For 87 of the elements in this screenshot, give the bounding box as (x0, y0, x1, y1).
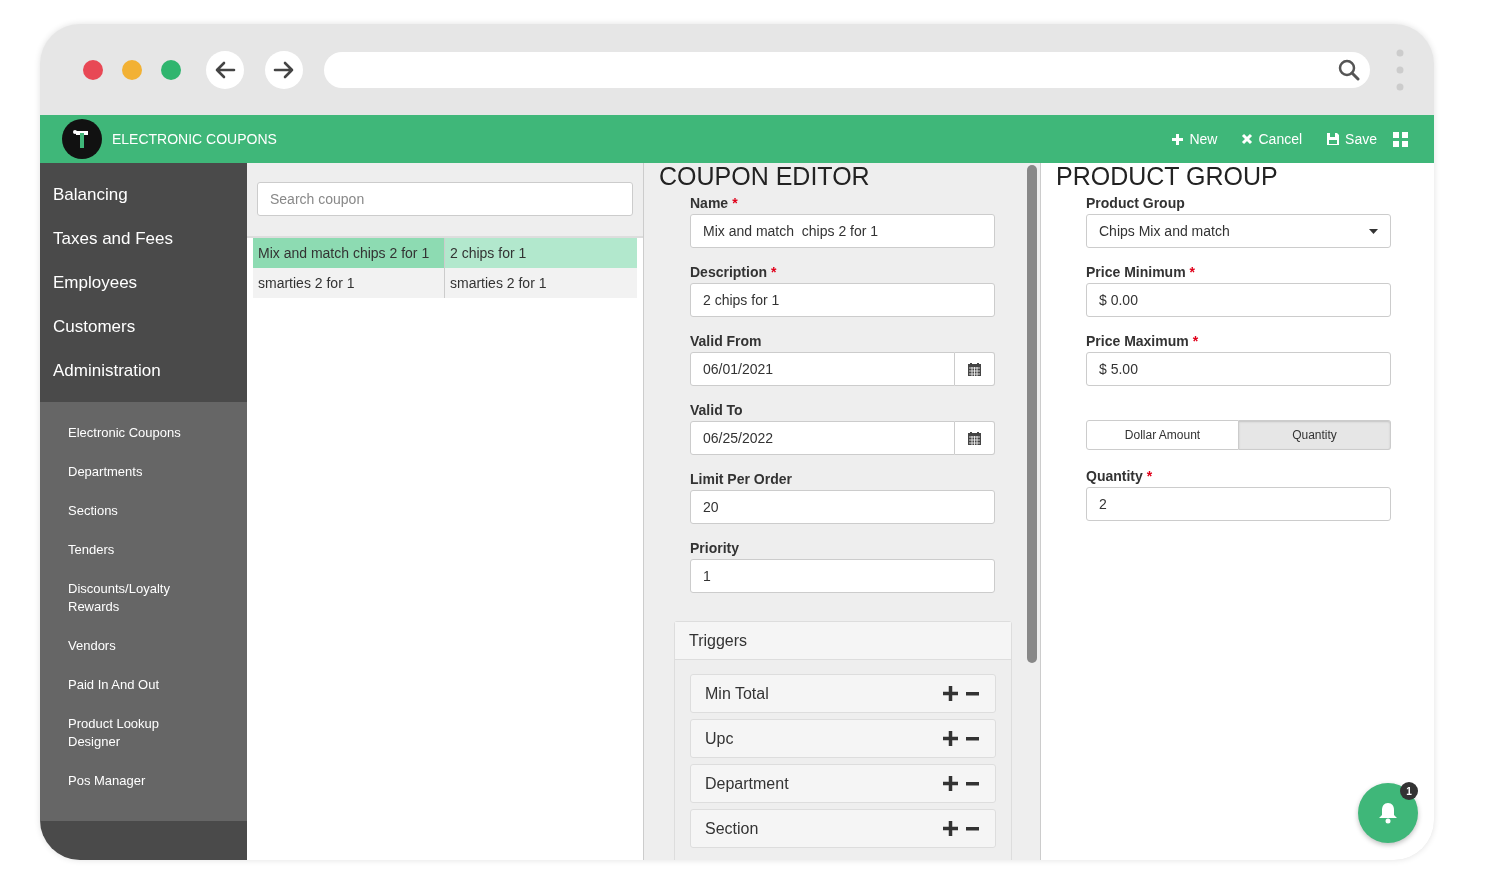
caret-icon (1369, 228, 1378, 234)
add-icon[interactable] (943, 731, 958, 746)
text-field[interactable]: $ 0.00 (1086, 283, 1391, 317)
app-title: ELECTRONIC COUPONS (112, 131, 277, 147)
toggle-button[interactable]: Dollar Amount (1086, 420, 1239, 450)
remove-icon[interactable] (966, 781, 979, 786)
field-label: Price Maximum (1086, 333, 1189, 349)
sidebar-item[interactable]: Taxes and Fees (40, 217, 247, 261)
text-field[interactable]: 20 (690, 490, 995, 524)
required-mark: * (732, 195, 738, 211)
trigger-item[interactable]: Section (690, 809, 996, 848)
table-cell: Mix and match chips 2 for 1 (253, 238, 445, 268)
notification-badge: 1 (1400, 782, 1418, 800)
trigger-item[interactable]: Min Total (690, 674, 996, 713)
field-label: Quantity (1086, 468, 1143, 484)
required-mark: * (1189, 264, 1196, 280)
trigger-label: Min Total (705, 684, 769, 703)
grid-icon[interactable] (1393, 131, 1408, 147)
sidebar-subitem[interactable]: Departments (40, 453, 247, 492)
notification-button[interactable]: 1 (1358, 783, 1418, 843)
date-field[interactable]: 06/01/2021 (690, 352, 955, 386)
panel-title: COUPON EDITOR (659, 163, 871, 189)
required-mark: * (1192, 333, 1199, 349)
text-field[interactable]: 2 chips for 1 (690, 283, 995, 317)
triggers-header: Triggers (675, 622, 1011, 660)
dropdown[interactable]: Chips Mix and match (1086, 214, 1391, 248)
calendar-icon (968, 431, 981, 445)
toggle-button[interactable]: Quantity (1239, 420, 1391, 450)
forward-button[interactable] (265, 50, 303, 89)
scrollbar-thumb[interactable] (1027, 165, 1037, 663)
sidebar-subitem[interactable]: Paid In And Out (40, 666, 247, 705)
field-label: Limit Per Order (690, 471, 792, 487)
sidebar-subitem[interactable]: Sections (40, 492, 247, 531)
required-mark: * (771, 264, 777, 280)
back-arrow-icon (214, 60, 236, 79)
table-cell: smarties 2 for 1 (253, 268, 445, 298)
sidebar-item[interactable]: Balancing (40, 173, 247, 217)
logo-icon (62, 119, 102, 159)
trigger-item[interactable]: Upc (690, 719, 996, 758)
trigger-item[interactable]: Department (690, 764, 996, 803)
date-field[interactable]: 06/25/2022 (690, 421, 955, 455)
sidebar-item[interactable]: Customers (40, 305, 247, 349)
window-controls-icon[interactable] (82, 58, 184, 81)
sidebar-subitem[interactable]: Pos Manager (40, 762, 247, 801)
sidebar-subitem[interactable]: Discounts/Loyalty Rewards (40, 570, 247, 627)
table-cell-text: smarties 2 for 1 (449, 274, 548, 293)
text-field[interactable]: Mix and match chips 2 for 1 (690, 214, 995, 248)
close-icon (1241, 133, 1254, 145)
field-label: Price Minimum (1086, 264, 1186, 280)
add-icon[interactable] (943, 776, 958, 791)
field-label: Name (690, 195, 729, 211)
remove-icon[interactable] (966, 826, 979, 831)
field-label: Priority (690, 540, 739, 556)
field-label: Valid To (690, 402, 743, 418)
calendar-button[interactable] (955, 352, 995, 386)
text-field[interactable]: $ 5.00 (1086, 352, 1391, 386)
trigger-label: Upc (705, 729, 734, 748)
calendar-icon (968, 362, 981, 376)
sidebar-item[interactable]: Administration (40, 349, 247, 393)
field-label: Product Group (1086, 195, 1185, 211)
panel-title: PRODUCT GROUP (1056, 163, 1279, 189)
sidebar-subitem[interactable]: Tenders (40, 531, 247, 570)
forward-arrow-icon (273, 60, 295, 79)
trigger-label: Department (705, 774, 789, 793)
sidebar-subitem[interactable]: Electronic Coupons (40, 414, 247, 453)
coupon-row[interactable]: smarties 2 for 1 smarties 2 for 1 (253, 268, 637, 298)
remove-icon[interactable] (966, 736, 979, 741)
bell-icon (1378, 802, 1398, 824)
text-field[interactable]: 1 (690, 559, 995, 593)
back-button[interactable] (206, 50, 244, 89)
add-icon[interactable] (943, 686, 958, 701)
field-label: Description (690, 264, 767, 280)
text-field[interactable]: 2 (1086, 487, 1391, 521)
table-cell-text: 2 chips for 1 (449, 244, 528, 263)
sidebar-item[interactable]: Employees (40, 261, 247, 305)
plus-icon (1171, 132, 1185, 146)
search-icon[interactable] (1338, 58, 1360, 81)
trigger-label: Section (705, 819, 759, 838)
sidebar-subitem[interactable]: Product Lookup Designer (40, 705, 247, 762)
sidebar-subitem[interactable]: Vendors (40, 627, 247, 666)
field-label: Valid From (690, 333, 762, 349)
coupon-row[interactable]: Mix and match chips 2 for 1 2 chips for 1 (253, 238, 637, 268)
calendar-button[interactable] (955, 421, 995, 455)
search-field[interactable]: Search coupon (257, 182, 633, 216)
required-mark: * (1146, 468, 1153, 484)
remove-icon[interactable] (966, 691, 979, 696)
add-icon[interactable] (943, 821, 958, 836)
